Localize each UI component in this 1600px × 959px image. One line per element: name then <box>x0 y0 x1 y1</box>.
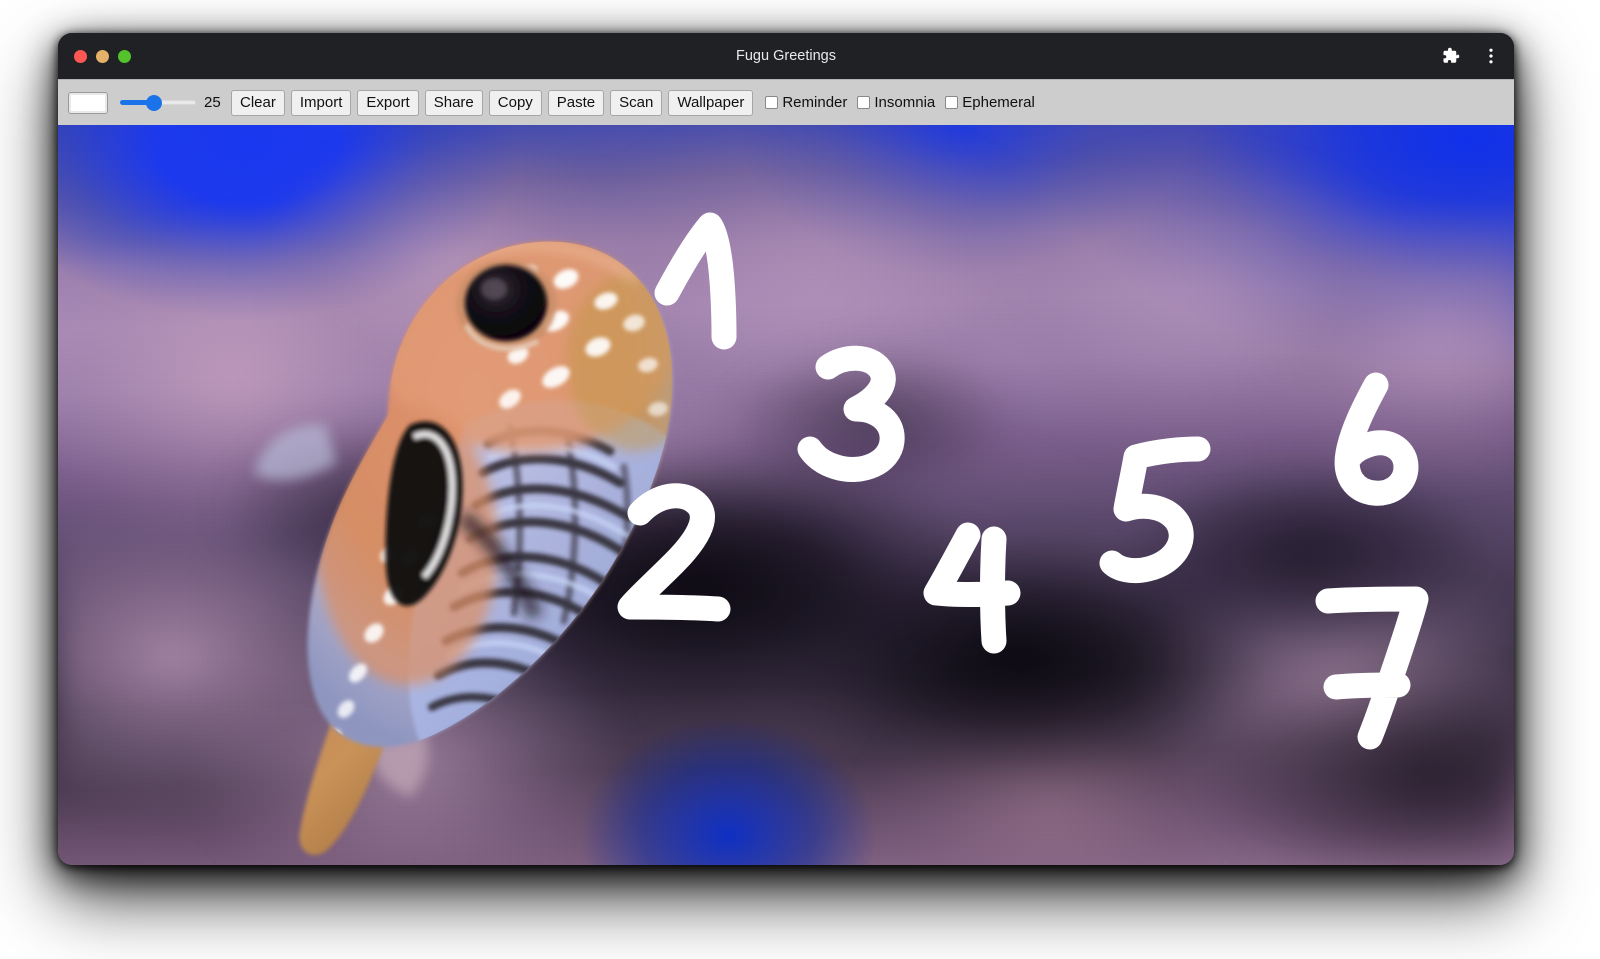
reminder-checkbox[interactable]: Reminder <box>765 94 847 111</box>
slider-value-label: 25 <box>204 94 221 111</box>
minimize-button[interactable] <box>96 49 109 63</box>
slider-thumb[interactable] <box>146 94 163 111</box>
window-controls <box>58 49 131 63</box>
handwritten-digits-layer <box>617 212 1429 750</box>
maximize-button[interactable] <box>118 49 131 63</box>
drawing-canvas[interactable] <box>58 125 1514 865</box>
browser-window: Fugu Greetings 25 Clear Import Export Sh… <box>58 33 1514 865</box>
digit-4 <box>923 522 1021 654</box>
color-picker-input[interactable] <box>68 91 108 114</box>
title-bar: Fugu Greetings <box>58 33 1514 79</box>
import-button[interactable]: Import <box>290 89 352 116</box>
digit-5 <box>1099 436 1211 584</box>
share-button[interactable]: Share <box>424 89 483 116</box>
ephemeral-checkbox-label: Ephemeral <box>962 94 1035 111</box>
insomnia-checkbox[interactable]: Insomnia <box>857 94 935 111</box>
titlebar-actions <box>1438 33 1504 79</box>
reminder-checkbox-label: Reminder <box>782 94 848 111</box>
digit-3 <box>797 345 905 482</box>
window-title: Fugu Greetings <box>736 48 836 64</box>
ephemeral-checkbox[interactable]: Ephemeral <box>945 94 1035 111</box>
digit-6 <box>1334 372 1419 506</box>
close-button[interactable] <box>74 49 87 63</box>
stroke-width-slider[interactable] <box>120 92 196 114</box>
scan-button[interactable]: Scan <box>610 89 663 116</box>
option-checkboxes: Reminder Insomnia Ephemeral <box>765 94 1041 111</box>
extensions-icon[interactable] <box>1438 43 1464 69</box>
digit-2 <box>617 483 731 622</box>
insomnia-checkbox-box[interactable] <box>857 96 871 109</box>
reminder-checkbox-box[interactable] <box>765 96 779 109</box>
app-toolbar: 25 Clear Import Export Share Copy Paste … <box>58 79 1514 125</box>
browser-menu-icon[interactable] <box>1478 43 1504 69</box>
digit-7 <box>1315 586 1429 750</box>
copy-button[interactable]: Copy <box>488 89 542 116</box>
export-button[interactable]: Export <box>357 89 419 116</box>
paste-button[interactable]: Paste <box>547 89 605 116</box>
insomnia-checkbox-label: Insomnia <box>874 94 936 111</box>
screen: Fugu Greetings 25 Clear Import Export Sh… <box>0 0 1600 959</box>
ephemeral-checkbox-box[interactable] <box>945 96 959 109</box>
digit-1 <box>654 212 737 350</box>
wallpaper-button[interactable]: Wallpaper <box>668 89 754 116</box>
clear-button[interactable]: Clear <box>231 89 285 116</box>
